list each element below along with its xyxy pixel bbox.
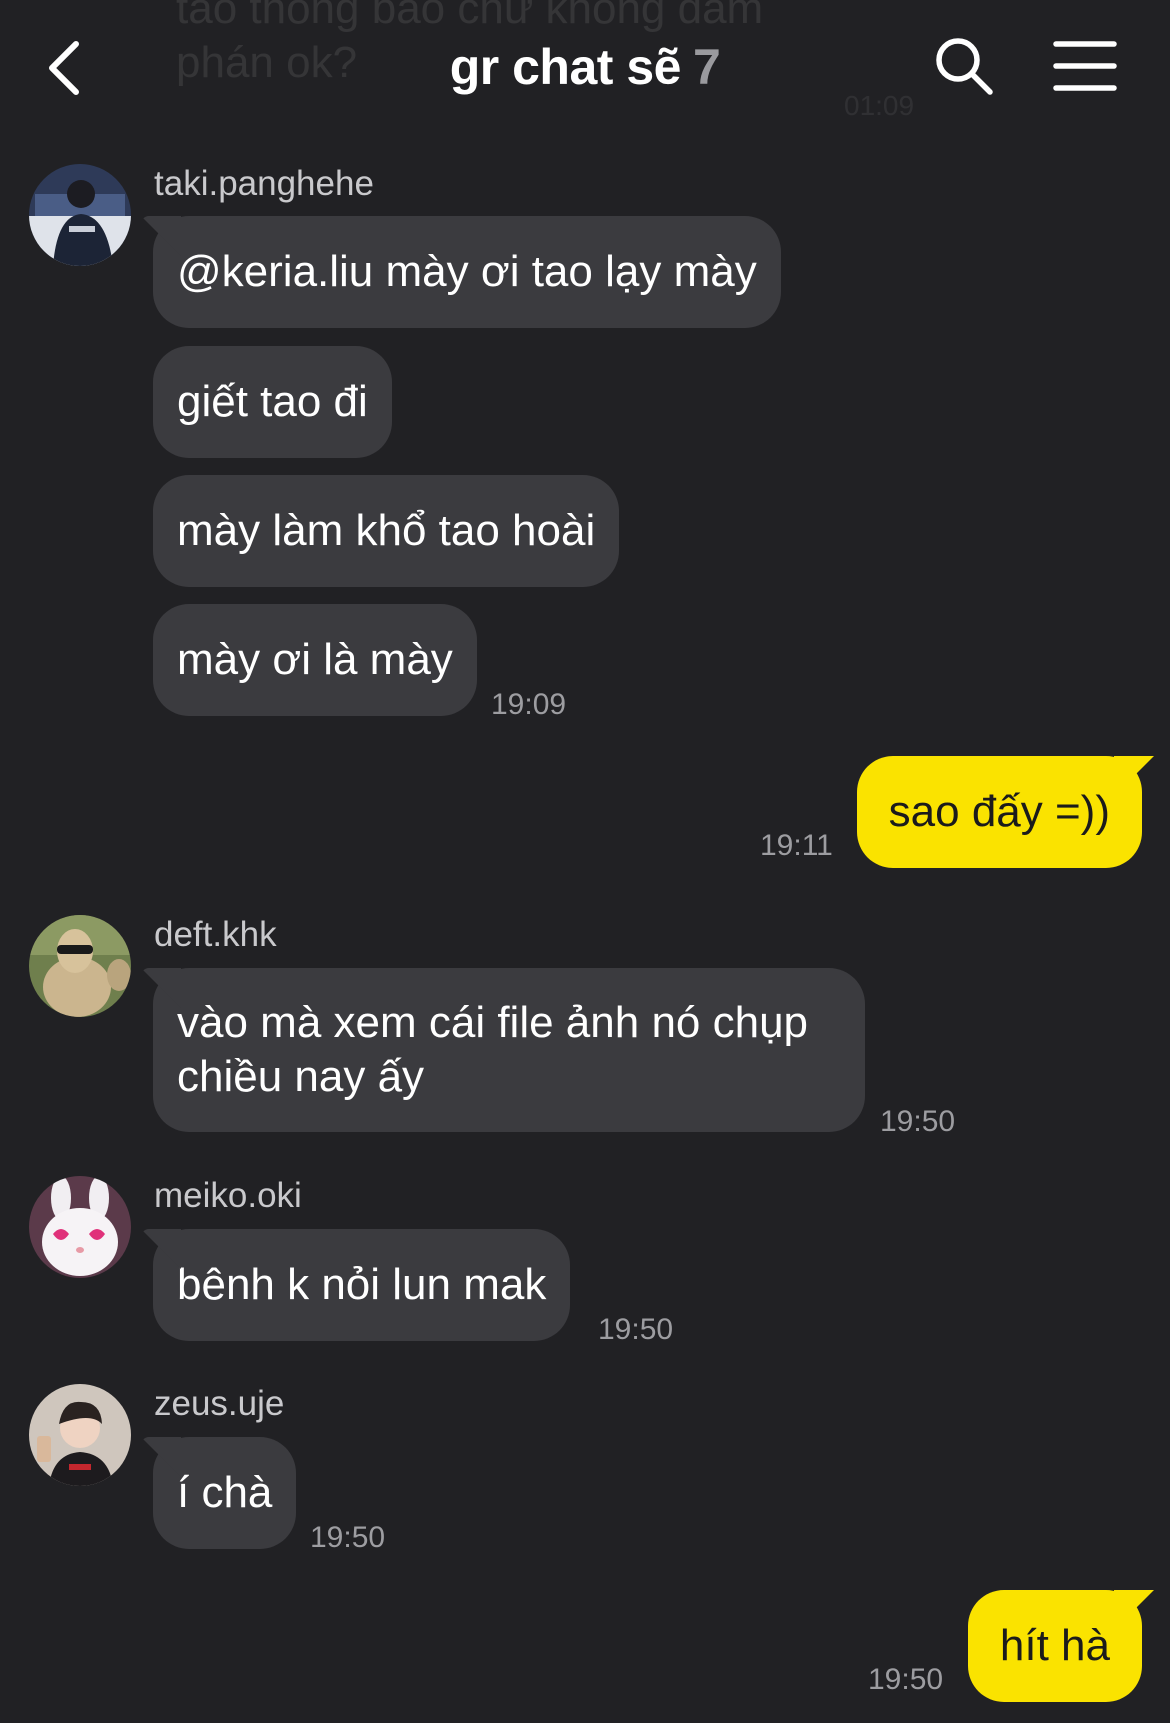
message-bubble[interactable]: í chà	[153, 1437, 297, 1549]
message-timestamp: 19:09	[491, 688, 567, 721]
chat-title-text: gr chat sẽ	[449, 39, 682, 95]
sent-message-bubble[interactable]: sao đấy =))	[856, 756, 1142, 868]
sent-message-bubble[interactable]: hít hà	[967, 1590, 1142, 1702]
avatar-meiko-oki[interactable]	[29, 1176, 131, 1278]
hamburger-menu-icon	[1053, 41, 1117, 91]
sender-name: meiko.oki	[154, 1176, 302, 1215]
message-timestamp: 19:11	[760, 829, 833, 862]
message-bubble[interactable]: @keria.liu mày ơi tao lạy mày	[153, 216, 781, 328]
message-timestamp: 19:50	[598, 1313, 674, 1346]
avatar-deft-khk[interactable]	[29, 915, 131, 1017]
chat-title: gr chat sẽ 7	[300, 38, 870, 96]
message-bubble[interactable]: bênh k nỏi lun mak	[153, 1229, 571, 1341]
sender-name: zeus.uje	[154, 1384, 285, 1423]
avatar-taki-panghehe[interactable]	[29, 164, 131, 266]
message-timestamp: 19:50	[310, 1521, 386, 1554]
menu-button[interactable]	[1052, 38, 1118, 94]
message-timestamp: 19:50	[868, 1663, 944, 1696]
search-icon	[936, 38, 993, 95]
message-timestamp: 19:50	[880, 1105, 956, 1138]
search-button[interactable]	[930, 32, 998, 100]
sender-name: deft.khk	[154, 915, 277, 954]
avatar-zeus-uje[interactable]	[29, 1384, 131, 1486]
message-bubble[interactable]: mày ơi là mày	[153, 604, 477, 716]
message-bubble[interactable]: mày làm khổ tao hoài	[153, 475, 620, 587]
back-button[interactable]	[40, 36, 96, 100]
chat-header: tao thông báo chứ không dám phán ok? 01:…	[0, 0, 1170, 130]
message-bubble[interactable]: vào mà xem cái file ảnh nó chụp chiều na…	[153, 968, 865, 1132]
chevron-left-icon	[49, 41, 79, 95]
sender-name: taki.panghehe	[154, 164, 374, 203]
message-bubble[interactable]: giết tao đi	[153, 346, 392, 458]
member-count: 7	[692, 39, 721, 95]
